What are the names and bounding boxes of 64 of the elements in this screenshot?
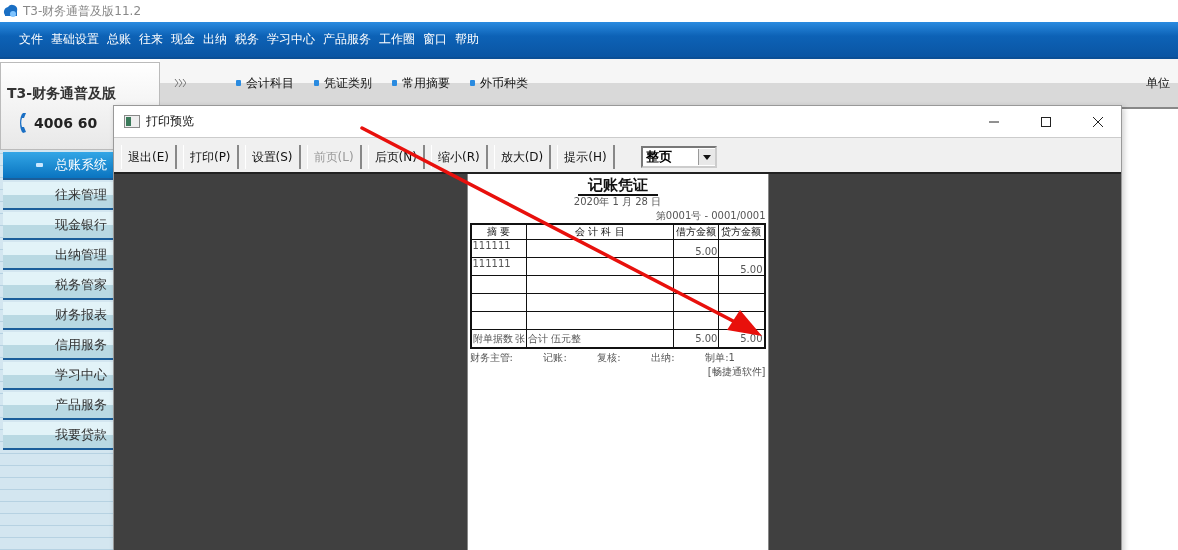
sidebar-item[interactable]: 产品服务 [3,392,113,420]
maximize-icon[interactable] [1040,115,1052,128]
menu-item[interactable]: 往来 [136,29,166,50]
dropdown-caret-icon [702,154,711,160]
sidebar-item[interactable]: 财务报表 [3,302,113,330]
dialog-title: 打印预览 [146,113,195,130]
table-cell: 111111 [470,257,527,276]
menu-item[interactable]: 出纳 [200,29,230,50]
signature-label: 出纳: [651,351,675,365]
toolbar-button[interactable]: 提示(H) [557,145,615,169]
window-title: T3-财务通普及版11.2 [23,2,141,20]
sidebar-item[interactable]: 总账系统 [3,152,113,180]
window-icon [124,115,140,128]
sidebar-item[interactable]: 学习中心 [3,362,113,390]
toolbar-button[interactable]: 放大(D) [493,145,552,169]
menu-item[interactable]: 现金 [168,29,198,50]
menu-item[interactable]: 学习中心 [264,29,318,50]
menu-item[interactable]: 工作圈 [376,29,418,50]
expand-chevron-icon[interactable] [174,78,186,88]
nav-link[interactable]: 会计科目 [236,74,294,92]
sidebar-item[interactable]: 出纳管理 [3,242,113,270]
attachments-unit: 张 [514,331,525,346]
column-header: 会 计 科 目 [526,224,674,240]
signature-label: 复核: [597,351,621,365]
signature-label: 记账: [543,351,567,365]
nav-link[interactable]: 外币种类 [470,74,528,92]
menu-item[interactable]: 帮助 [452,29,482,50]
zoom-select[interactable]: 整页 [640,146,717,168]
signature-label: 财务主管: [469,351,513,365]
voucher-title: 记账凭证 [577,176,658,196]
sidebar-item[interactable]: 往来管理 [3,182,113,210]
app-logo-icon [3,3,19,19]
toolbar-button[interactable]: 打印(P) [182,145,239,169]
toolbar-button[interactable]: 退出(E) [121,145,177,169]
voucher-number: 第0001号 - 0001/0001 [654,209,766,223]
signature-label: 制单:1 [705,351,735,365]
sidebar-item[interactable]: 现金银行 [3,212,113,240]
attachments-label: 附单据数 [472,331,513,346]
column-header: 贷方金额 [718,224,765,240]
table-cell: 111111 [470,239,527,258]
column-header: 摘 要 [470,224,527,240]
sidebar-item[interactable]: 信用服务 [3,332,113,360]
phone-number: 4006 60 [34,115,98,131]
brand-logo: T3-财务通普及版 [7,85,117,103]
menu-item[interactable]: 产品服务 [320,29,374,50]
toolbar-button[interactable]: 缩小(R) [430,145,488,169]
phone-icon [19,113,26,133]
toolbar-button[interactable]: 设置(S) [244,145,301,169]
close-icon[interactable] [1092,115,1104,128]
menu-item[interactable]: 税务 [232,29,262,50]
nav-link[interactable]: 常用摘要 [392,74,450,92]
menu-item[interactable]: 基础设置 [48,29,102,50]
menu-item[interactable]: 总账 [104,29,134,50]
unit-label: 单位 [1146,74,1170,92]
table-cell: 5.00 [673,239,719,258]
menu-item[interactable]: 文件 [16,29,46,50]
total-label: 合计 伍元整 [526,329,674,348]
software-name-text: [畅捷通软件] [707,366,766,377]
nav-link[interactable]: 凭证类别 [314,74,372,92]
voucher-date: 2020年 1 月 28 日 [572,195,663,209]
sidebar-item[interactable]: 税务管家 [3,272,113,300]
column-header: 借方金额 [673,224,719,240]
menu-item[interactable]: 窗口 [420,29,450,50]
sidebar-item[interactable]: 我要贷款 [3,422,113,450]
